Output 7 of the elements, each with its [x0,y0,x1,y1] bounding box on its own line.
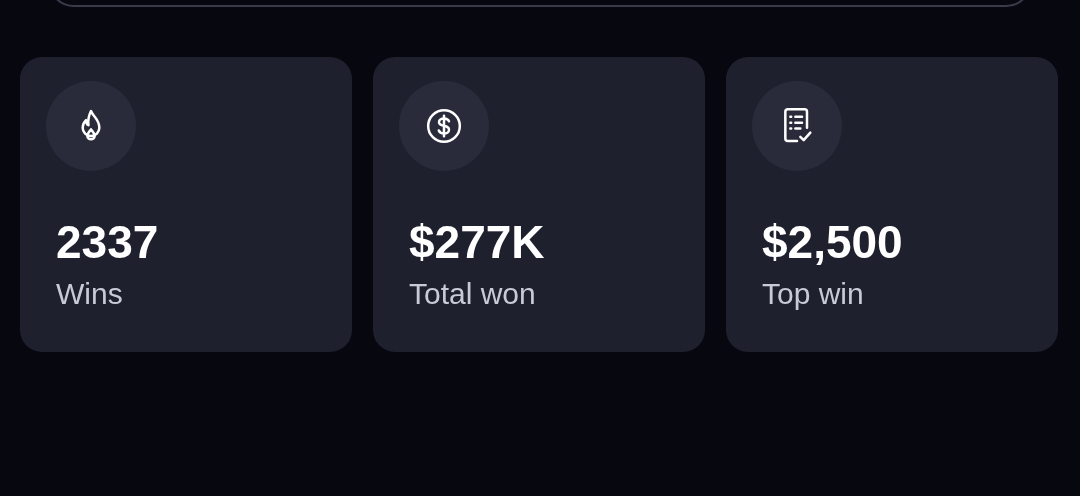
stat-value: $2,500 [761,219,904,265]
stat-label: Total won [408,279,537,309]
stat-value: $277K [408,219,546,265]
stat-label: Top win [761,279,865,309]
stat-label: Wins [55,279,124,309]
stat-value: 2337 [55,219,160,265]
dollar-coin-icon [424,106,464,146]
